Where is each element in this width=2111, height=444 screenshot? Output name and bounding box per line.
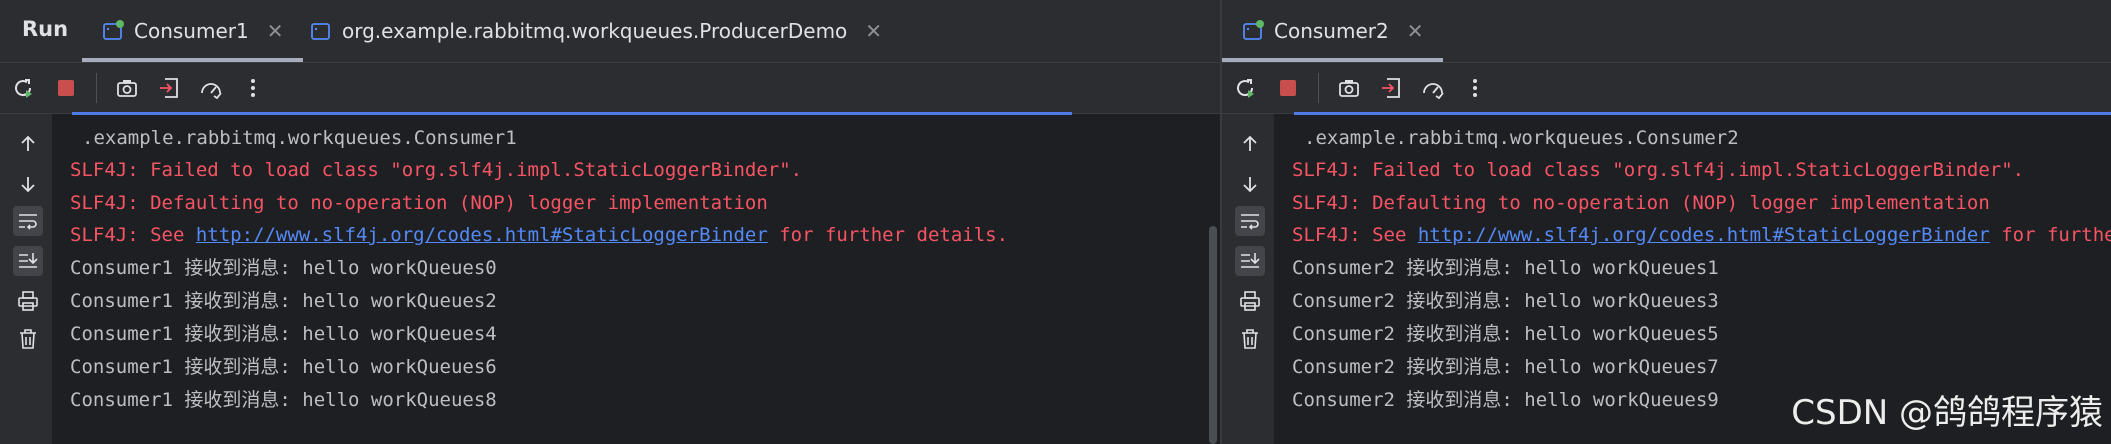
clear-icon[interactable] — [13, 324, 43, 354]
rerun-icon[interactable] — [10, 74, 38, 102]
scrollbar-thumb[interactable] — [1209, 226, 1217, 444]
message-line: Consumer2 接收到消息: hello workQueues5 — [1292, 323, 1719, 345]
restore-layout-icon[interactable] — [1377, 74, 1405, 102]
slf4j-error-line: SLF4J: Defaulting to no-operation (NOP) … — [1292, 192, 1990, 214]
slf4j-see-line: SLF4J: See http://www.slf4j.org/codes.ht… — [1292, 220, 2111, 250]
print-icon[interactable] — [1235, 286, 1265, 316]
console-tab-icon — [310, 19, 334, 43]
rerun-icon[interactable] — [1232, 74, 1260, 102]
console-output[interactable]: .example.rabbitmq.workqueues.Consumer1 S… — [52, 112, 1220, 444]
message-line: Consumer2 接收到消息: hello workQueues7 — [1292, 356, 1719, 378]
stop-icon[interactable] — [1274, 74, 1302, 102]
screenshot-icon[interactable] — [113, 74, 141, 102]
clear-icon[interactable] — [1235, 324, 1265, 354]
toolbar-separator — [1318, 73, 1319, 103]
scroll-up-icon[interactable] — [13, 129, 43, 159]
message-line: Consumer2 接收到消息: hello workQueues3 — [1292, 290, 1719, 312]
console-tab-icon — [1242, 19, 1266, 43]
scroll-down-icon[interactable] — [13, 169, 43, 199]
message-line: Consumer1 接收到消息: hello workQueues6 — [70, 356, 497, 378]
vertical-scrollbar[interactable] — [1206, 114, 1220, 444]
restore-layout-icon[interactable] — [155, 74, 183, 102]
scroll-to-end-icon[interactable] — [1235, 246, 1265, 276]
more-icon[interactable] — [239, 74, 267, 102]
slf4j-link[interactable]: http://www.slf4j.org/codes.html#StaticLo… — [196, 224, 768, 246]
console-gutter — [1222, 114, 1274, 444]
watermark: CSDN @鸽鸽程序猿 — [1791, 393, 2103, 433]
profiler-icon[interactable] — [197, 74, 225, 102]
tab-producer-demo[interactable]: org.example.rabbitmq.workqueues.Producer… — [300, 0, 892, 62]
message-line: Consumer1 接收到消息: hello workQueues2 — [70, 290, 497, 312]
run-panel-left: Run Consumer1 ✕ org.example.rabbitmq.wor… — [0, 0, 1220, 444]
slf4j-see-line: SLF4J: See http://www.slf4j.org/codes.ht… — [70, 220, 1008, 250]
tab-label: Consumer2 — [1274, 19, 1389, 43]
message-line: Consumer2 接收到消息: hello workQueues9 — [1292, 389, 1719, 411]
run-toolbar — [0, 63, 1220, 114]
class-name-line: .example.rabbitmq.workqueues.Consumer1 — [82, 127, 517, 149]
tab-label: org.example.rabbitmq.workqueues.Producer… — [342, 19, 848, 43]
class-name-line: .example.rabbitmq.workqueues.Consumer2 — [1304, 127, 1739, 149]
slf4j-error-line: SLF4J: Failed to load class "org.slf4j.i… — [1292, 159, 2025, 181]
slf4j-see-prefix: SLF4J: See — [70, 224, 196, 246]
close-icon[interactable]: ✕ — [865, 19, 882, 43]
soft-wrap-icon[interactable] — [1235, 206, 1265, 236]
tab-label: Consumer1 — [134, 19, 249, 43]
run-panel-right: Consumer2 ✕ .example.rabbitmq.workqueues… — [1222, 0, 2111, 444]
tab-bar: Consumer2 ✕ — [1222, 0, 2111, 63]
slf4j-see-prefix: SLF4J: See — [1292, 224, 1418, 246]
run-toolbar — [1222, 63, 2111, 114]
more-icon[interactable] — [1461, 74, 1489, 102]
slf4j-see-suffix: for further details. — [767, 224, 1009, 246]
close-icon[interactable]: ✕ — [1407, 19, 1424, 43]
active-tab-indicator — [1222, 58, 1444, 62]
slf4j-error-line: SLF4J: Defaulting to no-operation (NOP) … — [70, 192, 768, 214]
scroll-down-icon[interactable] — [1235, 169, 1265, 199]
scroll-to-end-icon[interactable] — [13, 246, 43, 276]
scroll-up-icon[interactable] — [1235, 129, 1265, 159]
stop-icon[interactable] — [52, 74, 80, 102]
message-line: Consumer1 接收到消息: hello workQueues8 — [70, 389, 497, 411]
message-line: Consumer2 接收到消息: hello workQueues1 — [1292, 257, 1719, 279]
run-title: Run — [22, 17, 69, 41]
message-line: Consumer1 接收到消息: hello workQueues4 — [70, 323, 497, 345]
previous-line-underline — [72, 112, 1072, 115]
console-tab-icon — [102, 19, 126, 43]
close-icon[interactable]: ✕ — [267, 19, 284, 43]
slf4j-link[interactable]: http://www.slf4j.org/codes.html#StaticLo… — [1418, 224, 1990, 246]
previous-line-underline — [1294, 112, 2111, 115]
console-gutter — [0, 114, 52, 444]
message-line: Consumer1 接收到消息: hello workQueues0 — [70, 257, 497, 279]
tab-bar: Run Consumer1 ✕ org.example.rabbitmq.wor… — [0, 0, 1220, 63]
tab-consumer1[interactable]: Consumer1 ✕ — [82, 0, 304, 62]
slf4j-see-suffix: for further details. — [2001, 224, 2111, 246]
slf4j-error-line: SLF4J: Failed to load class "org.slf4j.i… — [70, 159, 803, 181]
toolbar-separator — [96, 73, 97, 103]
screenshot-icon[interactable] — [1335, 74, 1363, 102]
active-tab-indicator — [82, 58, 304, 62]
profiler-icon[interactable] — [1419, 74, 1447, 102]
tab-consumer2[interactable]: Consumer2 ✕ — [1222, 0, 1444, 62]
soft-wrap-icon[interactable] — [13, 206, 43, 236]
print-icon[interactable] — [13, 286, 43, 316]
